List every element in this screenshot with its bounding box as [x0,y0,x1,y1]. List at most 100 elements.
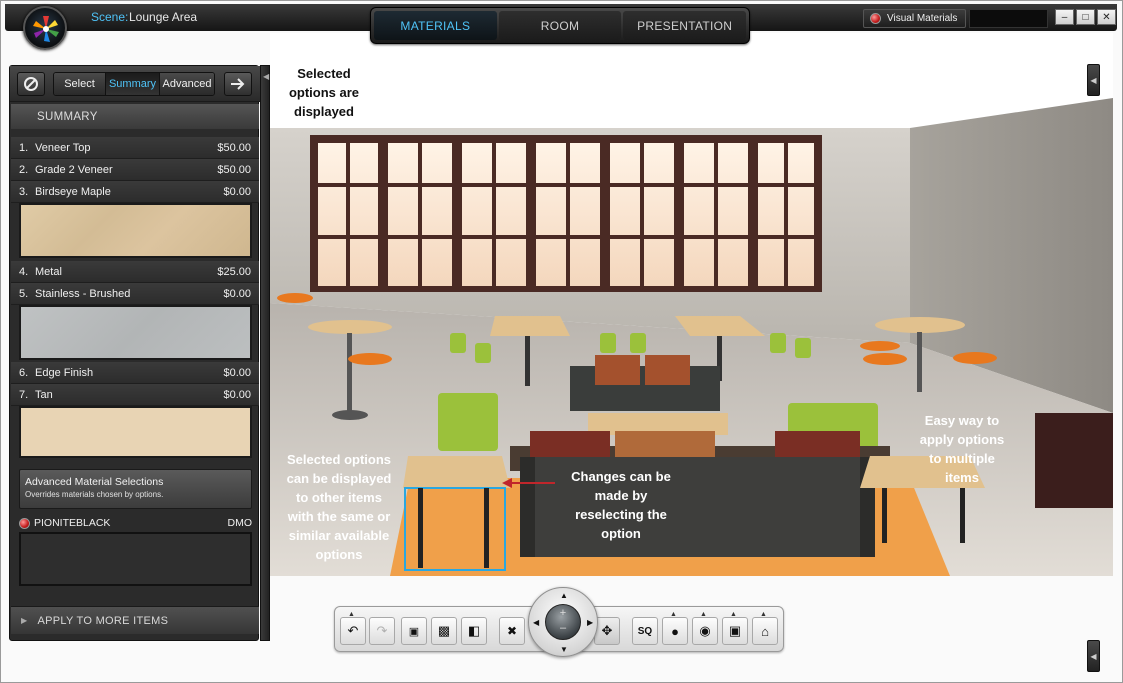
option-number: 5. [19,287,29,300]
tab-presentation[interactable]: PRESENTATION [623,11,747,40]
nav-down-icon[interactable]: ▼ [560,645,568,654]
home-icon: ⌂ [761,623,769,639]
material-ball-icon [870,13,881,24]
option-number: 6. [19,366,29,379]
view-mode-segment: Select Summary Advanced [53,72,215,96]
option-number: 1. [19,141,29,154]
visual-materials-field[interactable] [969,9,1048,28]
panel-collapse-handle[interactable]: ◀ [260,65,270,641]
product-view-button[interactable]: ▩ [431,617,457,645]
apply-to-more-items[interactable]: ▶ APPLY TO MORE ITEMS [11,606,259,634]
option-row[interactable]: 3. Birdseye Maple $0.00 [11,181,259,203]
tab-room[interactable]: ROOM [498,11,622,40]
visibility-button[interactable]: ▲ ◉ [692,611,718,645]
door-icon: ◧ [467,623,481,638]
navigation-wheel[interactable]: ▲ ▼ ◀ ▶ + – [528,587,598,657]
clear-button[interactable] [17,72,45,96]
option-label: Veneer Top [35,141,91,154]
stainless-brushed-swatch[interactable] [19,305,252,360]
right-panel-toggle-top[interactable]: ◀ [1087,64,1100,96]
sq-button[interactable]: SQ [632,617,658,645]
nav-up-icon[interactable]: ▲ [560,591,568,600]
option-row[interactable]: 4. Metal $25.00 [11,261,259,283]
collapse-arrow-icon: ◀ [263,72,270,81]
arrow-right-icon [231,78,245,90]
zoom-in-icon[interactable]: + [546,607,580,619]
nav-left-icon[interactable]: ◀ [533,618,539,627]
option-row[interactable]: 5. Stainless - Brushed $0.00 [11,283,259,305]
camera-button[interactable]: ▲ ▣ [722,611,748,645]
option-label: Edge Finish [35,366,94,379]
option-label: Stainless - Brushed [35,287,131,300]
advanced-title: Advanced Material Selections [25,476,164,488]
annotation-other-items: Selected options can be displayed to oth… [286,452,392,562]
zoom-control[interactable]: + – [545,604,581,640]
material-name: PIONITEBLACK [34,517,111,529]
redo-icon: ↷ [376,623,388,638]
advanced-material-selections[interactable]: Advanced Material Selections Overrides m… [19,469,252,509]
lighting-button[interactable]: ▲ ● [662,611,688,645]
fit-view-icon: ▣ [408,625,420,638]
expand-arrow-icon: ▶ [21,616,28,625]
nav-right-icon[interactable]: ▶ [587,618,593,627]
app-logo[interactable] [23,6,67,50]
undo-icon: ↶ [347,623,359,638]
option-row[interactable]: 2. Grade 2 Veneer $50.00 [11,159,259,181]
walk-mode-button[interactable]: ✖ [499,617,525,645]
window-controls: – □ ✕ [1055,9,1116,25]
app-window: Scene: Lounge Area Visual Materials – □ … [0,0,1123,683]
option-label: Birdseye Maple [35,185,111,198]
material-preview[interactable] [19,532,252,586]
option-price: $50.00 [217,141,251,154]
next-button[interactable] [224,72,252,96]
material-ball-icon [19,517,30,529]
summary-header: SUMMARY [11,104,259,129]
options-panel: Select Summary Advanced SUMMARY 1. Venee… [9,65,260,641]
minimize-icon[interactable]: – [1055,9,1074,25]
eye-icon: ◉ [699,623,711,638]
option-number: 4. [19,265,29,278]
segment-summary[interactable]: Summary [106,73,160,95]
close-icon[interactable]: ✕ [1097,9,1116,25]
annotation-selected-displayed: Selected options are displayed [288,66,360,119]
option-price: $0.00 [223,366,251,379]
lightbulb-icon: ● [671,623,679,639]
option-price: $0.00 [223,287,251,300]
segment-advanced[interactable]: Advanced [160,73,214,95]
fit-view-button[interactable]: ▣ [401,617,427,645]
right-panel-toggle-bottom[interactable]: ◀ [1087,640,1100,672]
visual-materials-label: Visual Materials [887,13,958,24]
panel-toolbar: Select Summary Advanced [10,66,260,102]
redo-button[interactable]: ↷ [369,617,395,645]
annotation-multiple: Easy way to apply options to multiple it… [919,413,1005,485]
option-row[interactable]: 1. Veneer Top $50.00 [11,137,259,159]
annotation-reselect: Changes can be made by reselecting the o… [571,469,671,541]
option-row[interactable]: 6. Edge Finish $0.00 [11,362,259,384]
zoom-out-icon[interactable]: – [546,622,580,634]
option-row[interactable]: 7. Tan $0.00 [11,384,259,406]
segment-select[interactable]: Select [54,73,106,95]
tab-materials[interactable]: MATERIALS [374,11,497,40]
scene-label: Scene: [91,10,129,24]
home-button[interactable]: ▲ ⌂ [752,611,778,645]
material-row[interactable]: PIONITEBLACK DMO [19,516,252,530]
logo-mark-icon [33,16,59,42]
undo-button[interactable]: ▲ ↶ [340,611,366,645]
option-number: 7. [19,388,29,401]
birdseye-maple-swatch[interactable] [19,203,252,258]
option-price: $0.00 [223,388,251,401]
visual-materials-button[interactable]: Visual Materials [863,9,966,28]
scene-name: Lounge Area [129,10,198,24]
maximize-icon[interactable]: □ [1076,9,1095,25]
room-view-button[interactable]: ◧ [461,617,487,645]
tan-swatch[interactable] [19,406,252,458]
move-icon: ✥ [601,623,613,638]
option-label: Metal [35,265,62,278]
camera-icon: ▣ [728,623,742,638]
option-price: $50.00 [217,163,251,176]
option-label: Grade 2 Veneer [35,163,113,176]
option-price: $25.00 [217,265,251,278]
cube-icon: ▩ [437,623,451,638]
option-number: 2. [19,163,29,176]
apply-label: APPLY TO MORE ITEMS [37,614,169,627]
